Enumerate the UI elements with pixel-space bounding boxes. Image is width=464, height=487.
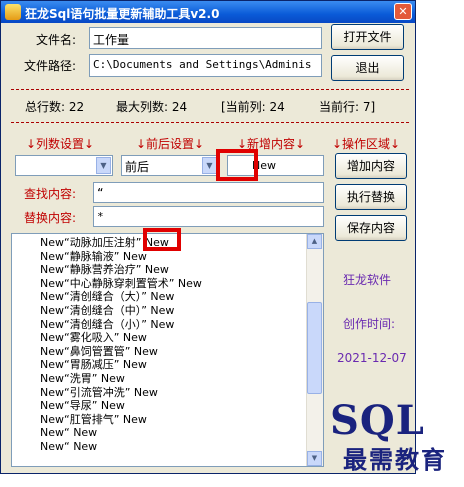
exit-button[interactable]: 退出 [331,55,404,81]
divider-mid [11,122,409,123]
list-item[interactable]: New“肛管排气” New [12,413,323,427]
max-columns: 最大列数: 24 [116,100,188,114]
list-item[interactable]: New“清创缝合（大）” New [12,290,323,304]
section-col-settings: ↓列数设置↓ [26,137,95,151]
close-icon[interactable]: ✕ [394,3,412,20]
replace-label: 替换内容: [24,211,77,225]
total-rows: 总行数: 22 [25,100,85,114]
file-name-field[interactable]: 工作量 [89,27,322,49]
title-bar: 狂龙Sql语句批量更新辅助工具v2.0 ✕ [1,1,415,23]
window-title: 狂龙Sql语句批量更新辅助工具v2.0 [25,7,220,21]
list-item[interactable]: New“静脉营养治疗” New [12,263,323,277]
list-item[interactable]: New“胃肠减压” New [12,358,323,372]
scroll-down-icon[interactable]: ▼ [307,451,322,466]
list-item[interactable]: New“导尿” New [12,399,323,413]
divider-top [11,89,409,90]
execute-replace-button[interactable]: 执行替换 [335,184,407,210]
list-item[interactable]: New“洗胃” New [12,372,323,386]
list-item[interactable]: New“中心静脉穿刺置管术” New [12,277,323,291]
prepost-select[interactable]: 前后 ▼ [121,155,219,176]
list-item[interactable]: New“引流管冲洗” New [12,386,323,400]
open-file-button[interactable]: 打开文件 [331,24,404,50]
watermark-sql: SQL [330,397,425,444]
file-path-field[interactable]: C:\Documents and Settings\Adminis [89,54,322,77]
file-name-label: 文件名: [36,33,77,47]
list-item[interactable]: New“鼻饲管置管” New [12,345,323,359]
find-input[interactable]: “ [93,182,324,203]
highlight-box-new-content [216,149,258,181]
chevron-down-icon[interactable]: ▼ [202,157,217,174]
current-column: [当前列: 24 [221,100,285,114]
chevron-down-icon[interactable]: ▼ [96,157,111,174]
list-item[interactable]: New“ New [12,426,323,440]
app-icon [5,4,21,20]
column-count-select[interactable]: ▼ [15,155,113,176]
find-label: 查找内容: [24,187,77,201]
add-content-button[interactable]: 增加内容 [335,153,407,179]
content-list[interactable]: New“动脉加压注射” New New“静脉输液” New New“静脉营养治疗” … [11,233,324,467]
content-rows: New“动脉加压注射” New New“静脉输液” New New“静脉营养治疗” … [12,234,323,454]
scroll-up-icon[interactable]: ▲ [307,234,322,249]
replace-input[interactable]: * [93,206,324,227]
list-item[interactable]: New“ New [12,440,323,454]
list-item[interactable]: New“静脉输液” New [12,250,323,264]
current-row: 当前行: 7] [319,100,376,114]
list-item[interactable]: New“清创缝合（中）” New [12,304,323,318]
section-operation: ↓操作区域↓ [332,137,401,151]
created-date: 2021-12-07 [337,351,407,365]
prepost-value: 前后 [125,160,150,174]
list-item[interactable]: New“清创缝合（小）” New [12,318,323,332]
watermark-text: 最需教育 [343,445,447,474]
save-content-button[interactable]: 保存内容 [335,215,407,241]
created-label: 创作时间: [343,317,396,331]
scroll-thumb[interactable] [307,302,322,394]
brand-label: 狂龙软件 [343,273,392,287]
scrollbar[interactable]: ▲ ▼ [306,234,323,466]
highlight-box-list [143,228,181,251]
list-item[interactable]: New“雾化吸入” New [12,331,323,345]
file-path-label: 文件路径: [24,59,77,73]
section-prepost-settings: ↓前后设置↓ [136,137,205,151]
